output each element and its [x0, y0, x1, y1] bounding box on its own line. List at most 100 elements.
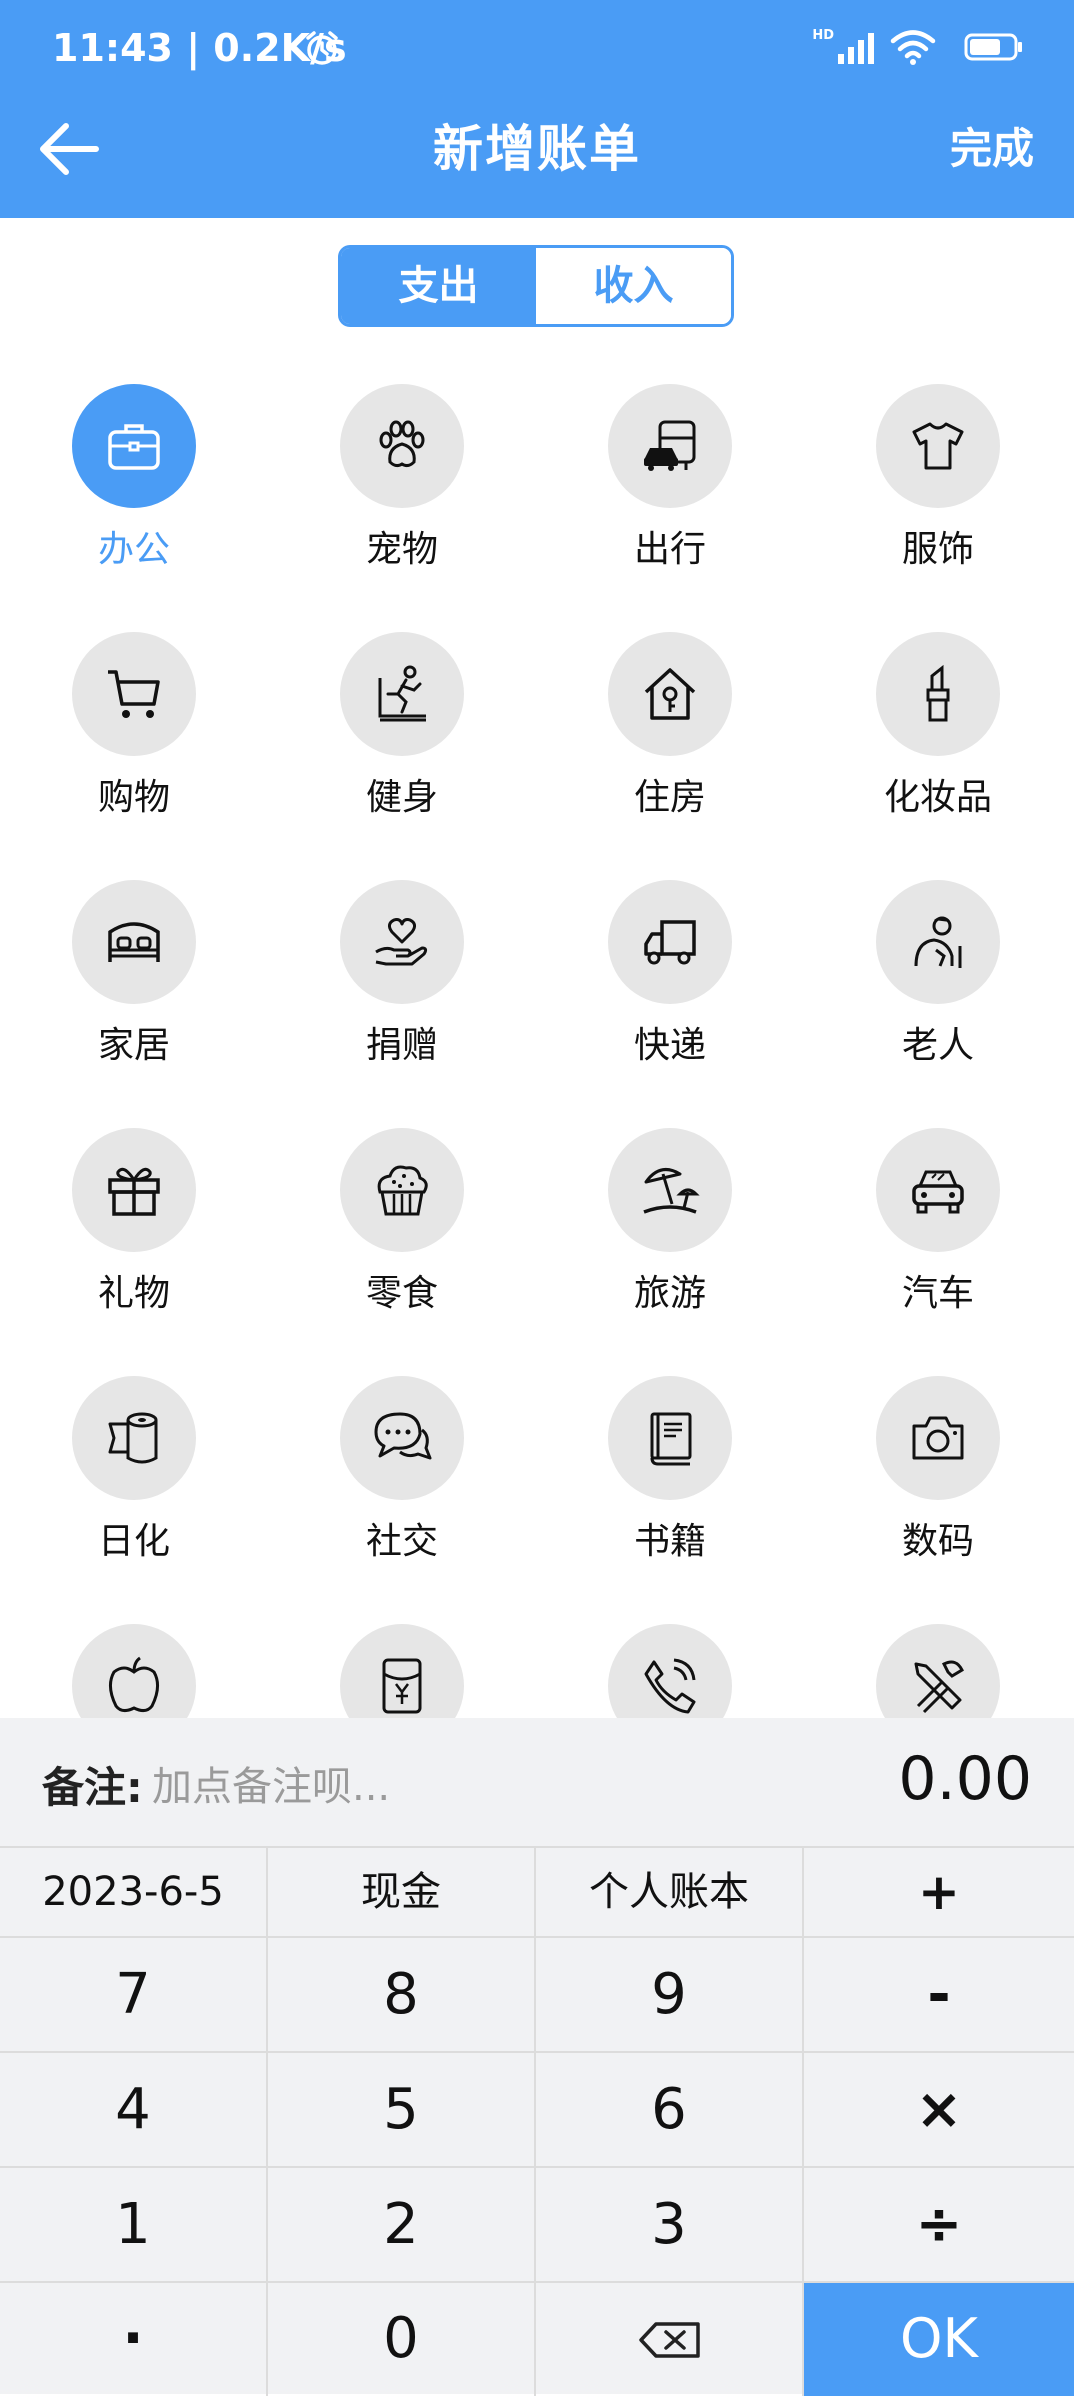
category-item[interactable]: 购物	[0, 628, 268, 876]
page-title: 新增账单	[433, 120, 641, 178]
category-item[interactable]	[536, 1620, 804, 1720]
digit-key[interactable]: 2	[268, 2168, 536, 2283]
tab-expense[interactable]: 支出	[341, 248, 536, 324]
status-bar: 11:43 | 0.2K/s HD	[52, 22, 1024, 78]
category-item[interactable]: 宠物	[268, 380, 536, 628]
ok-button[interactable]: OK	[804, 2283, 1074, 2396]
category-item[interactable]: 旅游	[536, 1124, 804, 1372]
category-item[interactable]: 出行	[536, 380, 804, 628]
digit-key[interactable]: 7	[0, 1938, 268, 2053]
category-label: 社交	[365, 1521, 438, 1562]
note-input[interactable]: 加点备注呗...	[152, 1754, 390, 1812]
briefcase-icon	[108, 424, 160, 470]
category-item[interactable]: 零食	[268, 1124, 536, 1372]
category-label: 快递	[633, 1025, 706, 1066]
category-label: 住房	[633, 777, 706, 818]
category-item[interactable]: 捐赠	[268, 876, 536, 1124]
category-label: 零食	[365, 1273, 438, 1314]
gift-icon	[108, 1167, 160, 1216]
network-type: HD	[812, 28, 834, 43]
category-label: 数码	[901, 1521, 974, 1562]
tab-income[interactable]: 收入	[536, 248, 731, 324]
bed-icon	[108, 922, 160, 962]
note-row: 备注: 加点备注呗... 0.00	[0, 1718, 1074, 1846]
account-select-button[interactable]: 现金	[268, 1848, 536, 1938]
category-label: 健身	[365, 777, 438, 818]
category-label: 化妆品	[883, 777, 992, 818]
digit-key[interactable]: 6	[536, 2053, 804, 2168]
category-label: 服饰	[901, 529, 974, 570]
digit-key[interactable]: 9	[536, 1938, 804, 2053]
treadmill-icon	[378, 665, 426, 722]
digit-key[interactable]: 8	[268, 1938, 536, 2053]
wifi-icon	[890, 30, 936, 65]
bus-car-icon	[644, 420, 696, 471]
paw-icon	[379, 420, 425, 468]
cupcake-icon	[377, 1165, 428, 1216]
chat-icon	[374, 1412, 432, 1460]
elder-icon	[914, 916, 962, 968]
category-item[interactable]: 汽车	[804, 1124, 1072, 1372]
category-item[interactable]: 化妆品	[804, 628, 1072, 876]
category-label: 书籍	[633, 1521, 706, 1562]
category-item[interactable]	[268, 1620, 536, 1720]
red-envelope-icon	[382, 1658, 422, 1714]
plus-key[interactable]: +	[804, 1848, 1074, 1938]
book-icon	[650, 1412, 692, 1466]
date-picker-button[interactable]: 2023-6-5	[0, 1848, 268, 1938]
category-label: 汽车	[901, 1273, 974, 1314]
alarm-icon	[306, 31, 338, 65]
minus-key[interactable]: -	[804, 1938, 1074, 2053]
category-item[interactable]: 健身	[268, 628, 536, 876]
category-item[interactable]: 住房	[536, 628, 804, 876]
digit-key[interactable]: 3	[536, 2168, 804, 2283]
category-item[interactable]: 快递	[536, 876, 804, 1124]
keypad: 2023-6-5 现金 个人账本 + 7 8 9 - 4 5 6 × 1 2 3…	[0, 1846, 1074, 2396]
heart-hand-icon	[375, 918, 428, 966]
category-item[interactable]	[0, 1620, 268, 1720]
digit-key[interactable]: 5	[268, 2053, 536, 2168]
input-panel: 备注: 加点备注呗... 0.00 2023-6-5 现金 个人账本 + 7 8…	[0, 1718, 1074, 2396]
category-label: 购物	[97, 777, 170, 818]
category-grid: 办公 宠物 出行 服饰 购物 健身 住房 化妆品 家居 捐赠 快递 老人 礼物 …	[0, 380, 1074, 1720]
category-item[interactable]: 数码	[804, 1372, 1072, 1620]
digit-key[interactable]: 0	[268, 2283, 536, 2396]
category-item[interactable]: 书籍	[536, 1372, 804, 1620]
battery-icon	[964, 33, 1022, 61]
category-item[interactable]: 社交	[268, 1372, 536, 1620]
done-button[interactable]: 完成	[950, 112, 1034, 186]
divide-key[interactable]: ÷	[804, 2168, 1074, 2283]
category-item[interactable]: 家居	[0, 876, 268, 1124]
phone-icon	[644, 1658, 696, 1714]
category-item[interactable]: 办公	[0, 380, 268, 628]
lipstick-icon	[926, 664, 950, 722]
backspace-icon	[639, 2322, 700, 2358]
decimal-key[interactable]: ·	[0, 2283, 268, 2396]
category-label: 家居	[97, 1025, 170, 1066]
category-label: 日化	[97, 1521, 170, 1562]
truck-icon	[644, 920, 696, 965]
category-label: 宠物	[365, 529, 438, 570]
category-label: 出行	[633, 529, 706, 570]
note-label: 备注:	[42, 1763, 143, 1812]
category-label: 礼物	[97, 1273, 170, 1314]
multiply-key[interactable]: ×	[804, 2053, 1074, 2168]
category-item[interactable]: 礼物	[0, 1124, 268, 1372]
category-item[interactable]: 日化	[0, 1372, 268, 1620]
digit-key[interactable]: 1	[0, 2168, 268, 2283]
signal-icon	[838, 33, 874, 64]
digit-key[interactable]: 4	[0, 2053, 268, 2168]
tshirt-icon	[912, 422, 964, 470]
tissue-roll-icon	[108, 1412, 158, 1464]
category-item[interactable]: 服饰	[804, 380, 1072, 628]
camera-icon	[912, 1416, 964, 1460]
backspace-key[interactable]	[536, 2283, 804, 2396]
category-item[interactable]: 老人	[804, 876, 1072, 1124]
category-label: 老人	[901, 1025, 974, 1066]
cart-icon	[108, 670, 160, 718]
ledger-select-button[interactable]: 个人账本	[536, 1848, 804, 1938]
beach-icon	[643, 1168, 700, 1214]
category-label: 旅游	[633, 1273, 706, 1314]
category-item[interactable]	[804, 1620, 1072, 1720]
house-key-icon	[644, 668, 696, 720]
